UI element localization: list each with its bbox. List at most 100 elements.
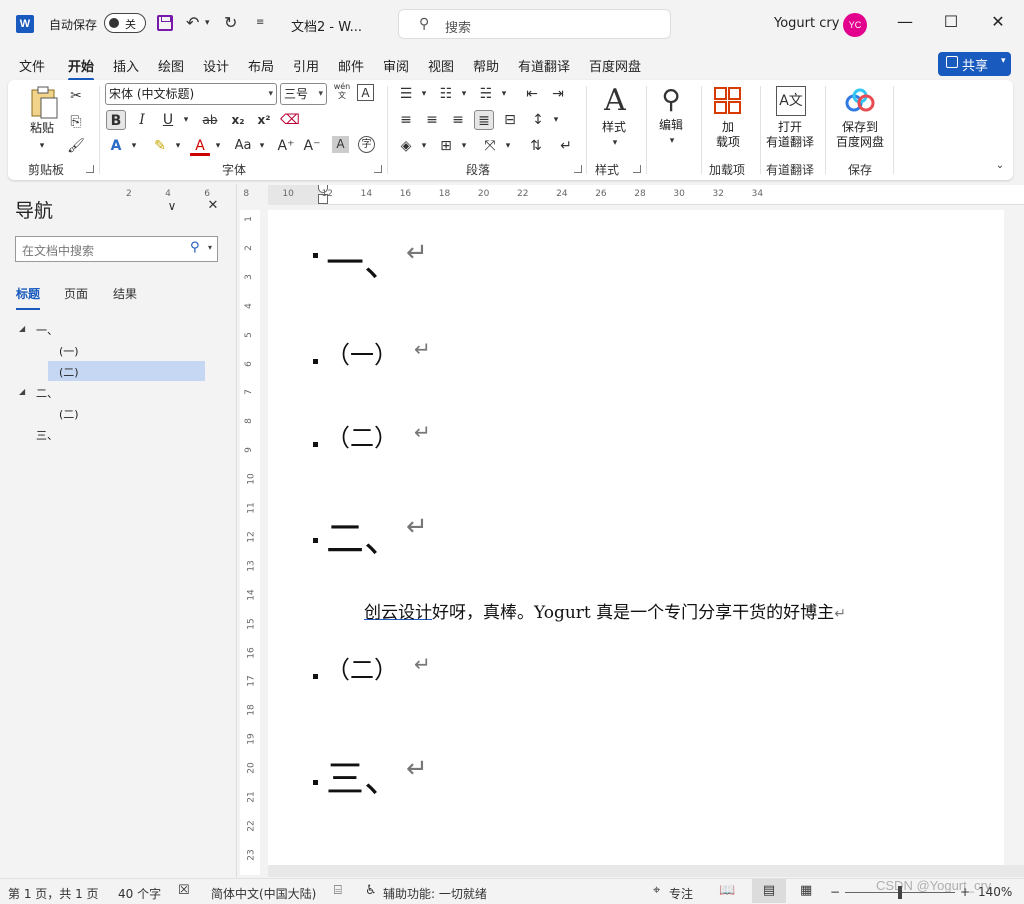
line-spacing-dropdown-icon[interactable]: ▾ (546, 110, 566, 130)
paste-icon[interactable] (28, 86, 60, 120)
chinese-layout-dropdown-icon[interactable]: ▾ (498, 136, 518, 156)
clear-formatting-icon[interactable]: ⌫ (280, 110, 300, 130)
web-layout-icon[interactable]: ▦ (800, 883, 812, 898)
show-marks-icon[interactable]: ↵ (556, 136, 576, 156)
underlined-text[interactable]: 创云设计 (364, 603, 432, 623)
styles-launcher-icon[interactable] (633, 165, 641, 173)
expand-arrow-icon[interactable]: ◢ (19, 324, 25, 333)
clipboard-launcher-icon[interactable] (86, 165, 94, 173)
align-left-icon[interactable]: ≡ (396, 110, 416, 130)
bullets-dropdown-icon[interactable]: ▾ (414, 84, 434, 104)
heading-1[interactable]: 三、 (326, 748, 402, 803)
cut-icon[interactable]: ✂ (66, 86, 86, 106)
nav-tab-results[interactable]: 结果 (113, 285, 137, 302)
shading-dropdown-icon[interactable]: ▾ (414, 136, 434, 156)
underline-dropdown-icon[interactable]: ▾ (176, 110, 196, 130)
nav-tab-pages[interactable]: 页面 (64, 285, 88, 302)
youdao-translate-icon[interactable]: A⽂ (776, 86, 806, 116)
page-count[interactable]: 第 1 页，共 1 页 (8, 885, 99, 902)
numbering-dropdown-icon[interactable]: ▾ (454, 84, 474, 104)
close-icon[interactable]: ✕ (983, 12, 1013, 31)
text-predictions-icon[interactable]: ⌸ (334, 883, 342, 898)
format-painter-icon[interactable]: 🖌 (66, 136, 86, 156)
find-icon[interactable]: ⚲ (654, 84, 688, 116)
multilevel-dropdown-icon[interactable]: ▾ (494, 84, 514, 104)
increase-indent-icon[interactable]: ⇥ (548, 84, 568, 104)
vertical-ruler[interactable]: 1 2 3 4 5 6 7 8 9 10 11 12 13 14 15 16 17 18 19 20 21 22 23 (240, 210, 260, 875)
tab-home[interactable]: 开始 (68, 56, 95, 81)
tab-youdao[interactable]: 有道翻译 (518, 56, 570, 75)
vertical-scrollbar[interactable] (1005, 210, 1024, 865)
subscript-button[interactable]: x₂ (228, 110, 248, 130)
word-count[interactable]: 40 个字 (118, 885, 161, 902)
horizontal-ruler[interactable]: 2 4 6 8 10 12 14 16 18 20 22 24 26 28 30 32 34 (126, 185, 1024, 205)
line-spacing-icon[interactable]: ↕ (528, 110, 548, 130)
accessibility-icon[interactable]: ♿ (365, 883, 377, 898)
editing-dropdown-icon[interactable]: ▾ (662, 131, 682, 151)
tab-review[interactable]: 审阅 (383, 56, 409, 75)
tab-view[interactable]: 视图 (428, 56, 454, 75)
language-status[interactable]: 简体中文(中国大陆) (211, 885, 316, 902)
heading-2[interactable]: （二） (326, 418, 398, 453)
minimize-icon[interactable]: — (890, 12, 920, 31)
heading-1[interactable]: 一、 (326, 232, 402, 287)
print-layout-icon[interactable]: ▤ (752, 879, 786, 903)
underline-button[interactable]: U (158, 110, 178, 130)
heading-2[interactable]: （一） (326, 335, 398, 370)
tab-baidu[interactable]: 百度网盘 (589, 56, 641, 75)
styles-icon[interactable]: A (598, 84, 632, 118)
nav-heading-item[interactable]: (二) (59, 364, 79, 380)
styles-dropdown-icon[interactable]: ▾ (605, 133, 625, 153)
character-border-icon[interactable]: A (357, 84, 374, 101)
tab-insert[interactable]: 插入 (113, 56, 139, 75)
pinyin-guide-icon[interactable]: wén 文 (332, 82, 352, 106)
undo-icon[interactable]: ↶ (186, 13, 199, 32)
superscript-button[interactable]: x² (254, 110, 274, 130)
baidu-netdisk-icon[interactable] (844, 88, 876, 114)
pane-divider[interactable] (236, 184, 237, 878)
sort-icon[interactable]: ⇅ (526, 136, 546, 156)
undo-dropdown-icon[interactable]: ▾ (205, 18, 210, 28)
customize-toolbar-icon[interactable]: ≡ (256, 17, 264, 28)
maximize-icon[interactable]: ☐ (936, 12, 966, 31)
text-effects-dropdown-icon[interactable]: ▾ (124, 136, 144, 156)
tab-design[interactable]: 设计 (203, 56, 229, 75)
share-button[interactable]: 共享 ▾ (938, 52, 1011, 76)
font-color-icon[interactable]: A (190, 136, 210, 156)
nav-close-icon[interactable]: ✕ (203, 196, 223, 216)
nav-heading-item[interactable]: (一) (59, 343, 79, 359)
align-center-icon[interactable]: ≡ (422, 110, 442, 130)
chevron-down-icon[interactable]: ▾ (208, 243, 212, 252)
search-box[interactable]: ⚲ 搜索 (398, 9, 671, 39)
change-case-dropdown-icon[interactable]: ▾ (252, 136, 272, 156)
nav-search-input[interactable]: 在文档中搜索 ⚲ ▾ (15, 236, 218, 262)
tab-file[interactable]: 文件 (19, 56, 45, 75)
zoom-out-icon[interactable]: − (830, 885, 840, 899)
expand-arrow-icon[interactable]: ◢ (19, 387, 25, 396)
copy-icon[interactable]: ⎘ (66, 112, 86, 132)
grow-font-icon[interactable]: A⁺ (276, 136, 296, 156)
nav-tab-headings[interactable]: 标题 (16, 285, 41, 310)
avatar[interactable]: YC (843, 13, 867, 37)
heading-1[interactable]: 二、 (326, 508, 402, 563)
save-icon[interactable] (157, 15, 173, 31)
redo-icon[interactable]: ↻ (224, 13, 237, 32)
font-launcher-icon[interactable] (374, 165, 382, 173)
body-paragraph[interactable]: 创云设计好呀，真棒。Yogurt 真是一个专门分享干货的好博主↵ (364, 598, 846, 623)
nav-heading-item[interactable]: 二、 (36, 385, 58, 401)
tab-mailings[interactable]: 邮件 (338, 56, 364, 75)
paragraph-launcher-icon[interactable] (574, 165, 582, 173)
tab-draw[interactable]: 绘图 (158, 56, 184, 75)
nav-heading-item[interactable]: 三、 (36, 427, 58, 443)
bullets-icon[interactable]: ☰ (396, 84, 416, 104)
bold-button[interactable]: B (106, 110, 126, 130)
proofing-icon[interactable]: ☒ (178, 883, 190, 898)
highlight-icon[interactable]: ✎ (150, 136, 170, 156)
character-shading-icon[interactable]: A (332, 136, 349, 153)
accessibility-status[interactable]: 辅助功能: 一切就绪 (383, 885, 487, 902)
nav-heading-item[interactable]: (二) (59, 406, 79, 422)
tab-references[interactable]: 引用 (293, 56, 319, 75)
shading-icon[interactable]: ◈ (396, 136, 416, 156)
collapse-ribbon-icon[interactable]: ⌄ (990, 156, 1010, 176)
read-mode-icon[interactable]: 📖 (719, 883, 735, 898)
